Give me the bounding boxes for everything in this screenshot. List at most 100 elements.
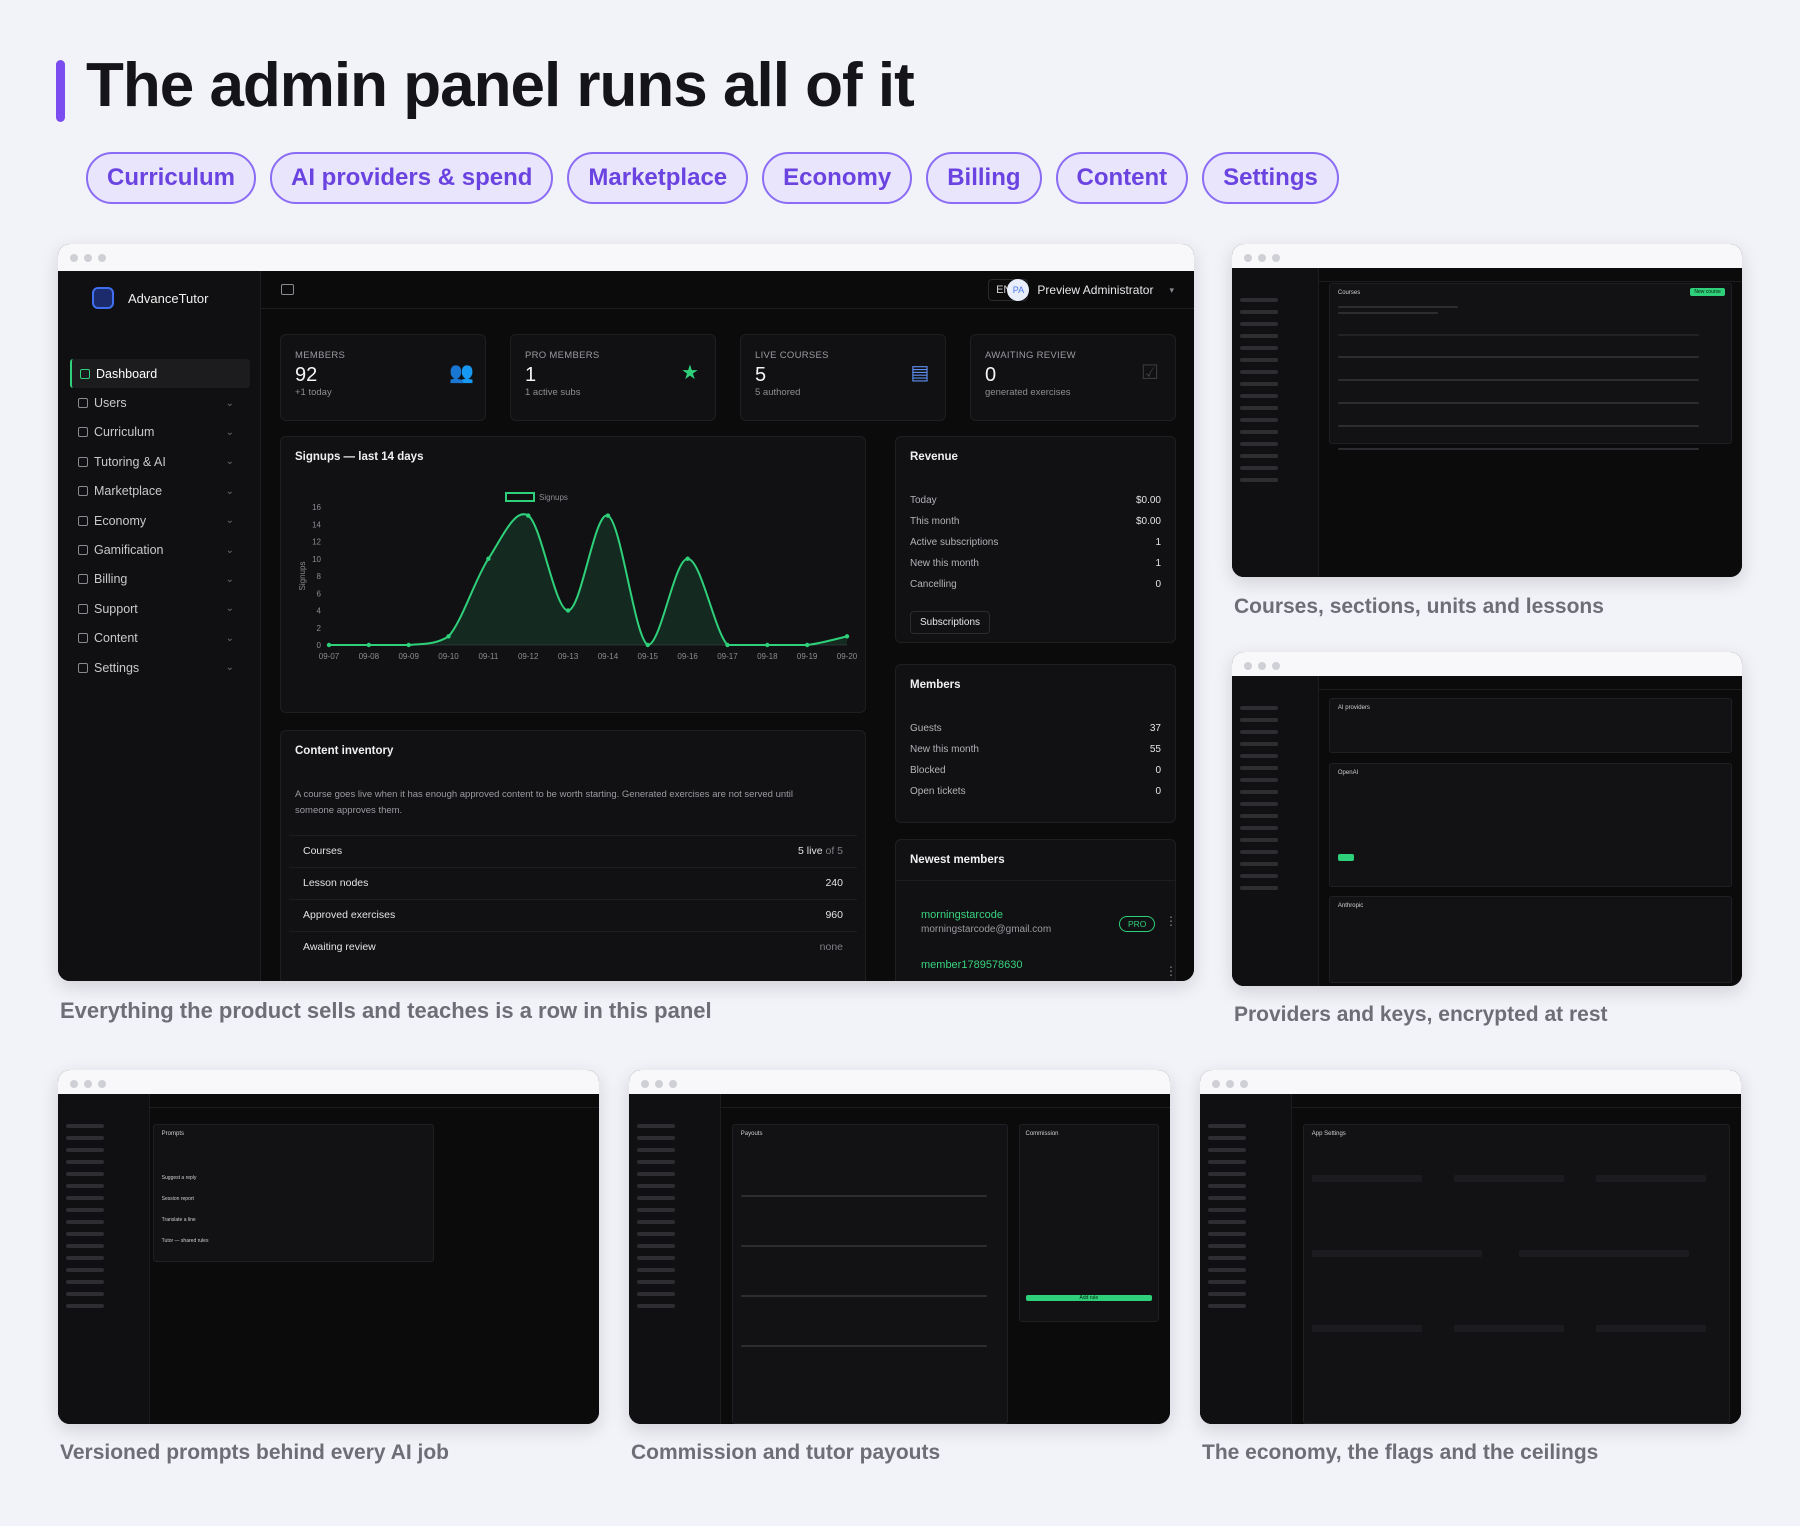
mini-nav-item[interactable] [1240,466,1278,470]
mini-nav-item[interactable] [1240,778,1278,782]
mini-nav-item[interactable] [1208,1256,1246,1260]
sidebar-item-support[interactable]: Support ⌄ [70,594,250,623]
mini-nav-item[interactable] [1240,838,1278,842]
more-icon[interactable]: ⋮ [1165,914,1177,928]
mini-nav-item[interactable] [66,1304,104,1308]
mini-nav-item[interactable] [1208,1232,1246,1236]
mini-nav-item[interactable] [1240,730,1278,734]
mini-nav-item[interactable] [1208,1184,1246,1188]
stat-card-awaiting-review[interactable]: AWAITING REVIEW 0 generated exercises ☑ [970,334,1176,421]
mini-nav-item[interactable] [1240,802,1278,806]
mini-nav-item[interactable] [1208,1136,1246,1140]
mini-nav-item[interactable] [1208,1220,1246,1224]
prompt-row[interactable]: Translate a line [162,1217,196,1223]
mini-nav-item[interactable] [1240,718,1278,722]
mini-nav-item[interactable] [637,1184,675,1188]
mini-nav-item[interactable] [66,1184,104,1188]
mini-nav-item[interactable] [1208,1172,1246,1176]
more-icon[interactable]: ⋮ [1165,964,1177,978]
mini-nav-item[interactable] [1240,370,1278,374]
mini-nav-item[interactable] [1240,742,1278,746]
mini-nav-item[interactable] [66,1172,104,1176]
mini-nav-item[interactable] [1240,454,1278,458]
save-button[interactable] [1337,853,1354,861]
mini-nav-item[interactable] [1208,1148,1246,1152]
mini-nav-item[interactable] [637,1256,675,1260]
mini-nav-item[interactable] [637,1208,675,1212]
mini-nav-item[interactable] [1240,442,1278,446]
mini-nav-item[interactable] [637,1160,675,1164]
mini-nav-item[interactable] [66,1124,104,1128]
sidebar-item-curriculum[interactable]: Curriculum ⌄ [70,418,250,447]
mini-nav-item[interactable] [1208,1160,1246,1164]
mini-nav-item[interactable] [66,1196,104,1200]
mini-nav-item[interactable] [1240,322,1278,326]
mini-nav-item[interactable] [1208,1196,1246,1200]
sidebar-item-dashboard[interactable]: Dashboard [70,359,250,389]
mini-nav-item[interactable] [66,1220,104,1224]
mini-nav-item[interactable] [637,1268,675,1272]
mini-nav-item[interactable] [1240,406,1278,410]
add-rule-button[interactable]: Add rule [1025,1294,1153,1301]
mini-nav-item[interactable] [66,1232,104,1236]
mini-nav-item[interactable] [637,1292,675,1296]
mini-nav-item[interactable] [637,1220,675,1224]
mini-nav-item[interactable] [1240,886,1278,890]
sidebar-toggle-icon[interactable] [281,284,294,295]
mini-nav-item[interactable] [1240,346,1278,350]
subscriptions-button[interactable]: Subscriptions [910,611,991,634]
mini-nav-item[interactable] [1208,1292,1246,1296]
mini-nav-item[interactable] [637,1244,675,1248]
mini-nav-item[interactable] [637,1124,675,1128]
mini-nav-item[interactable] [1208,1208,1246,1212]
mini-nav-item[interactable] [1240,874,1278,878]
mini-nav-item[interactable] [1240,814,1278,818]
stat-card-pro-members[interactable]: PRO MEMBERS 1 1 active subs ★ [510,334,716,421]
mini-nav-item[interactable] [66,1292,104,1296]
stat-card-members[interactable]: MEMBERS 92 +1 today 👥 [280,334,486,421]
mini-nav-item[interactable] [1240,766,1278,770]
sidebar-item-tutoring-ai[interactable]: Tutoring & AI ⌄ [70,447,250,476]
mini-nav-item[interactable] [66,1136,104,1140]
mini-nav-item[interactable] [1240,418,1278,422]
mini-nav-item[interactable] [1240,850,1278,854]
sidebar-item-content[interactable]: Content ⌄ [70,624,250,653]
mini-nav-item[interactable] [1240,790,1278,794]
mini-nav-item[interactable] [1208,1304,1246,1308]
mini-nav-item[interactable] [1240,478,1278,482]
sidebar-item-settings[interactable]: Settings ⌄ [70,653,250,682]
mini-nav-item[interactable] [637,1172,675,1176]
mini-nav-item[interactable] [66,1148,104,1152]
stat-card-live-courses[interactable]: LIVE COURSES 5 5 authored ▤ [740,334,946,421]
mini-nav-item[interactable] [1240,430,1278,434]
sidebar-item-gamification[interactable]: Gamification ⌄ [70,535,250,564]
prompt-row[interactable]: Tutor — shared rules [162,1238,209,1244]
mini-nav-item[interactable] [1240,754,1278,758]
mini-nav-item[interactable] [637,1280,675,1284]
mini-nav-item[interactable] [637,1196,675,1200]
sidebar-item-economy[interactable]: Economy ⌄ [70,506,250,535]
member-name-link[interactable]: member1789578630 [921,959,1023,971]
mini-nav-item[interactable] [1208,1268,1246,1272]
mini-nav-item[interactable] [637,1136,675,1140]
mini-nav-item[interactable] [1240,382,1278,386]
mini-nav-item[interactable] [1208,1244,1246,1248]
mini-nav-item[interactable] [1240,334,1278,338]
mini-nav-item[interactable] [1240,862,1278,866]
mini-nav-item[interactable] [637,1232,675,1236]
member-name-link[interactable]: morningstarcode [921,909,1003,921]
brand[interactable]: AdvanceTutor [92,287,208,309]
prompt-row[interactable]: Suggest a reply [162,1175,197,1181]
prompt-row[interactable]: Session report [162,1196,194,1202]
mini-nav-item[interactable] [1240,394,1278,398]
mini-nav-item[interactable] [66,1256,104,1260]
mini-nav-item[interactable] [1240,358,1278,362]
mini-nav-item[interactable] [66,1160,104,1164]
mini-nav-item[interactable] [66,1268,104,1272]
mini-nav-item[interactable] [1240,298,1278,302]
mini-nav-item[interactable] [1240,706,1278,710]
mini-nav-item[interactable] [637,1304,675,1308]
mini-nav-item[interactable] [66,1244,104,1248]
mini-nav-item[interactable] [637,1148,675,1152]
mini-nav-item[interactable] [1240,310,1278,314]
